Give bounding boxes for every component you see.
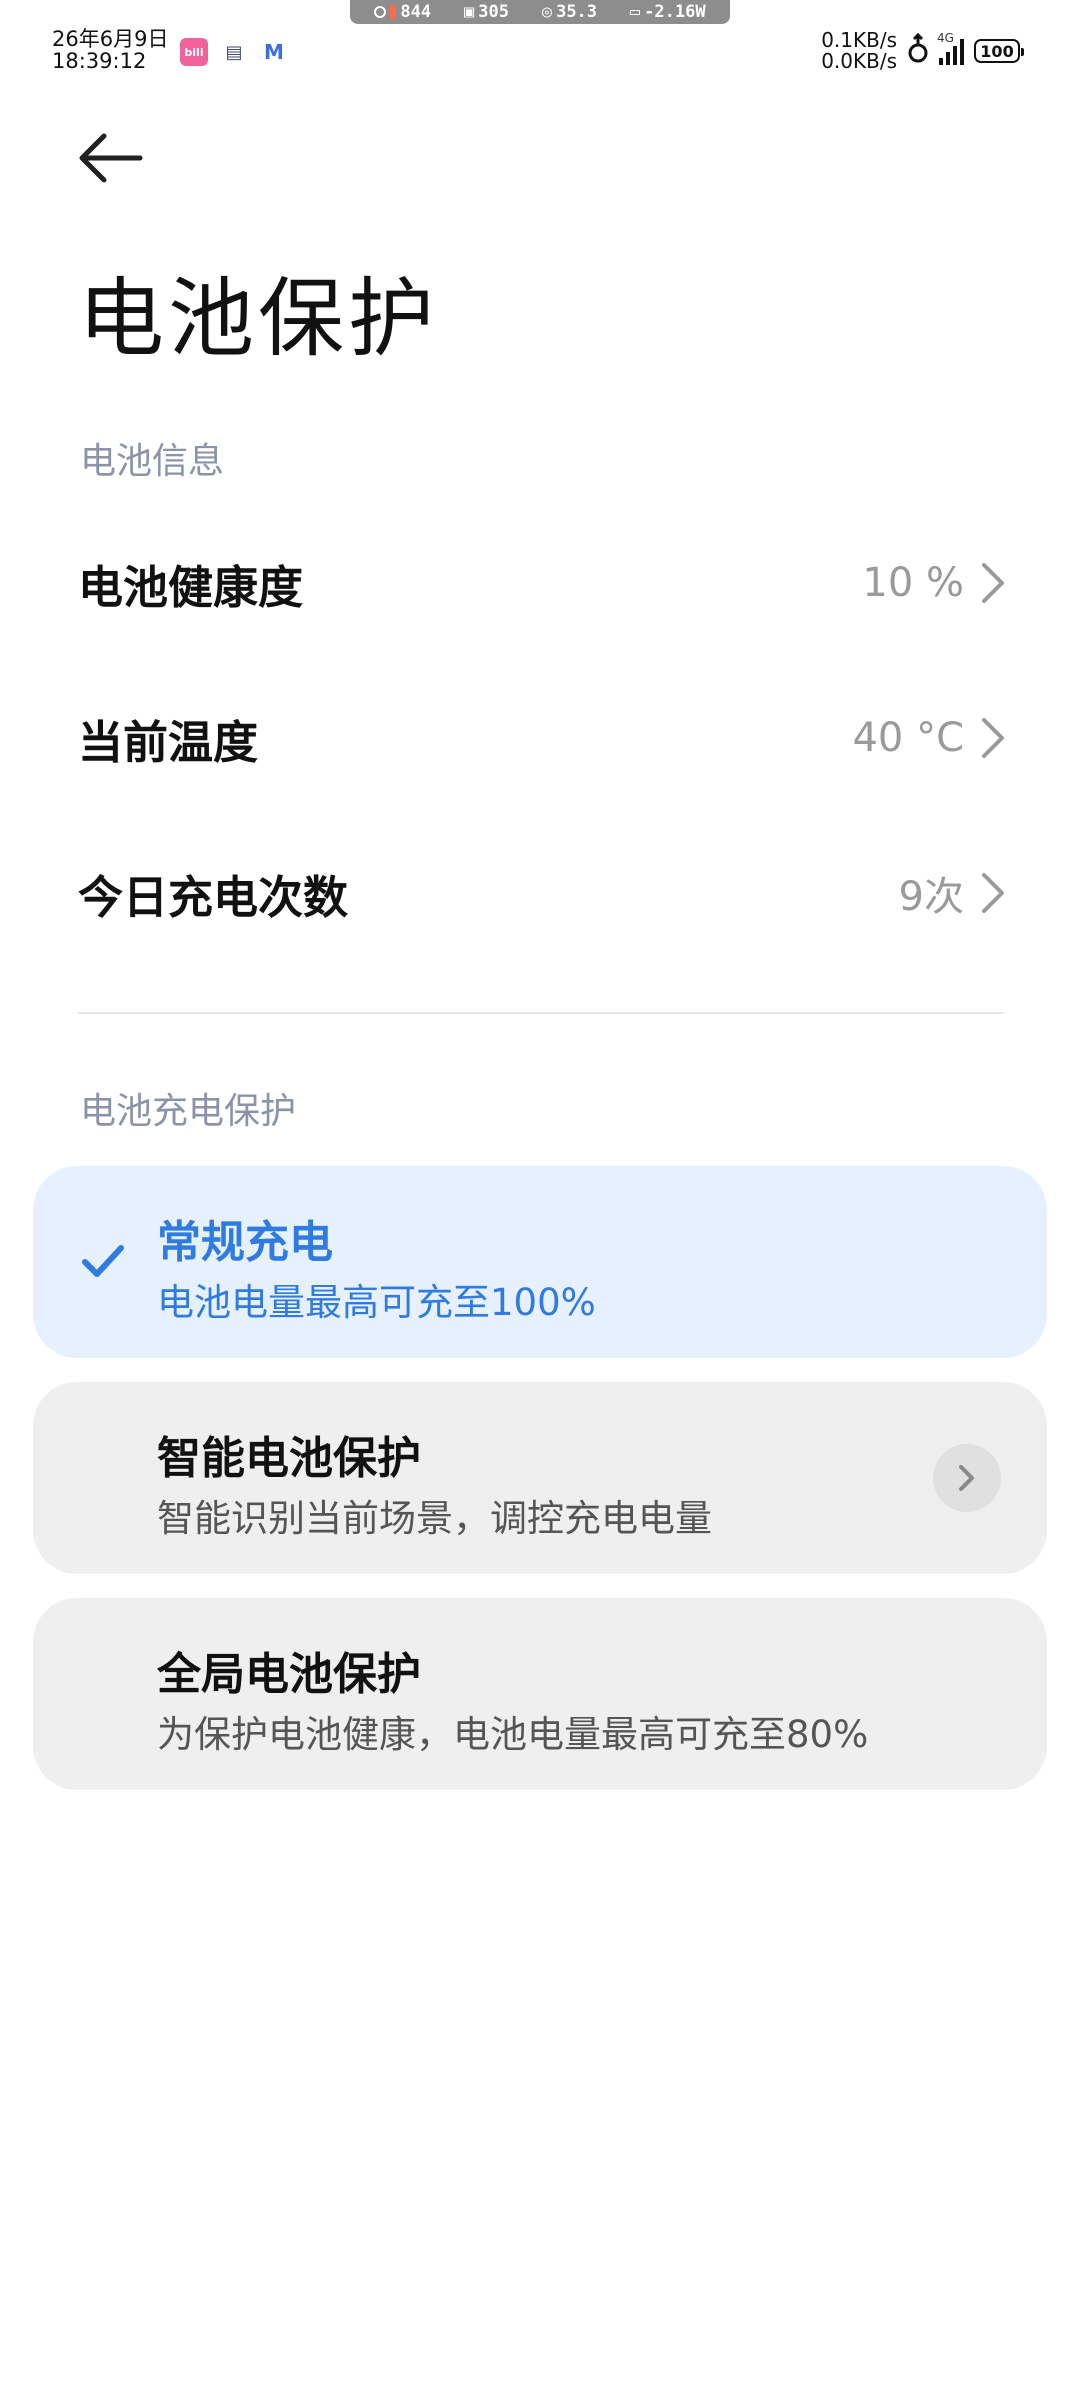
temp-readout: ◎ 35.3 — [541, 2, 598, 22]
performance-overlay: 844 ▣ 305 ◎ 35.3 ▭ -2.16W — [350, 0, 730, 24]
option-normal-charging[interactable]: 常规充电 电池电量最高可充至100% — [33, 1166, 1047, 1358]
hotspot-icon — [907, 32, 929, 69]
net-down-speed: 0.0KB/s — [821, 49, 897, 73]
status-time: 18:39:12 — [52, 49, 147, 73]
status-date: 26年6月9日 — [52, 27, 169, 51]
battery-health-value: 10 % — [862, 560, 964, 606]
battery-health-label: 电池健康度 — [78, 560, 304, 614]
chevron-right-icon — [982, 873, 1004, 913]
page-title: 电池保护 — [78, 269, 438, 369]
current-temperature-value: 40 °C — [852, 715, 964, 761]
section-divider — [78, 1012, 1004, 1014]
option-subtitle: 智能识别当前场景，调控充电电量 — [157, 1497, 712, 1540]
charge-count-label: 今日充电次数 — [78, 870, 349, 924]
charge-count-row[interactable]: 今日充电次数 9次 — [78, 838, 1008, 948]
fps-readout: 844 — [374, 2, 431, 22]
option-subtitle: 电池电量最高可充至100% — [157, 1281, 596, 1324]
charge-count-value: 9次 — [898, 874, 964, 920]
back-button[interactable] — [70, 120, 150, 200]
battery-protection-screen: 844 ▣ 305 ◎ 35.3 ▭ -2.16W 26年6月9日 18:39:12… — [0, 0, 1080, 2400]
checkmark-icon — [82, 1245, 124, 1277]
network-speed: 0.1KB/s 0.0KB/s — [821, 30, 897, 72]
option-smart-protection[interactable]: 智能电池保护 智能识别当前场景，调控充电电量 — [33, 1382, 1047, 1574]
status-notification-icons: bili ▤ M — [180, 38, 288, 66]
fps-bar-icon — [390, 5, 397, 19]
option-global-protection[interactable]: 全局电池保护 为保护电池健康，电池电量最高可充至80% — [33, 1598, 1047, 1790]
power-readout: ▭ -2.16W — [629, 2, 706, 22]
current-temperature-row[interactable]: 当前温度 40 °C — [78, 683, 1008, 793]
net-up-speed: 0.1KB/s — [821, 28, 897, 52]
arrow-left-icon — [79, 133, 143, 183]
battery-health-row[interactable]: 电池健康度 10 % — [78, 528, 1008, 638]
option-title: 智能电池保护 — [157, 1433, 421, 1484]
smart-protection-details-button[interactable] — [933, 1444, 1001, 1512]
briefcase-icon: ▤ — [225, 41, 243, 63]
bilibili-app-icon: bili — [180, 38, 208, 66]
cpu-icon — [374, 6, 387, 18]
option-title: 常规充电 — [157, 1217, 333, 1268]
cpu-readout: ▣ 305 — [464, 2, 509, 22]
mail-icon: M — [264, 40, 284, 64]
option-title: 全局电池保护 — [157, 1649, 421, 1700]
signal-strength-icon: 4G — [937, 31, 964, 65]
battery-icon: 100 — [974, 39, 1024, 63]
status-datetime: 26年6月9日 18:39:12 — [52, 28, 168, 72]
option-subtitle: 为保护电池健康，电池电量最高可充至80% — [157, 1713, 869, 1756]
status-right: 0.1KB/s 0.0KB/s 4G 100 — [821, 30, 1024, 72]
section-battery-info: 电池信息 — [80, 441, 225, 482]
current-temperature-label: 当前温度 — [78, 715, 259, 769]
section-charge-protection: 电池充电保护 — [80, 1091, 297, 1132]
chevron-right-icon — [982, 718, 1004, 758]
chevron-right-icon — [982, 563, 1004, 603]
network-type: 4G — [937, 31, 954, 45]
chevron-right-icon — [959, 1465, 974, 1491]
